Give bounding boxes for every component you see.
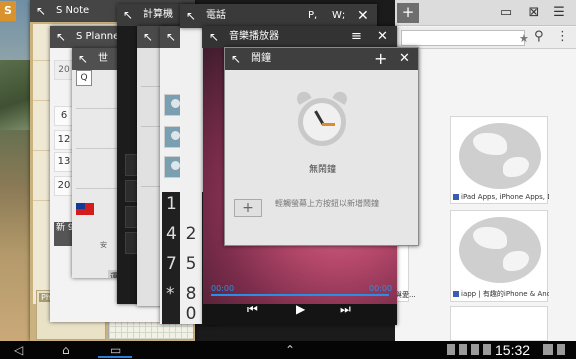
elapsed-time: 00:00	[211, 284, 235, 293]
favicon-icon	[453, 291, 459, 297]
url-input[interactable]: ★	[401, 30, 529, 46]
wallpaper-mountain	[0, 60, 30, 130]
close-icon[interactable]: ✕	[357, 4, 369, 28]
year-label: 20	[54, 60, 74, 80]
globe-icon	[459, 123, 541, 189]
city-label: 安	[100, 241, 107, 249]
dial-key[interactable]: 7	[166, 254, 177, 274]
window-icon[interactable]: ▭	[497, 5, 515, 21]
calendar-day[interactable]: 12	[54, 130, 74, 150]
status-icon	[459, 344, 467, 355]
add-alarm-button[interactable]: +	[234, 199, 262, 217]
next-icon[interactable]: ⏭	[340, 302, 351, 317]
music-title-bar[interactable]: ↖ 音樂播放器 ≡ ✕	[203, 26, 397, 48]
chevron-up-icon[interactable]: ⌃	[285, 342, 295, 358]
favicon-icon	[453, 194, 459, 200]
playlist-icon[interactable]: ≡	[351, 26, 362, 48]
tile-caption: iPad Apps, iPhone Apps, De...	[461, 193, 549, 201]
close-tabs-icon[interactable]: ⊠	[525, 5, 543, 21]
restore-arrow-icon[interactable]: ↖	[36, 0, 46, 22]
taiwan-flag-icon	[76, 203, 94, 215]
call-window-body[interactable]: 2 5 8 0	[180, 28, 202, 324]
search-icon[interactable]: Q	[76, 70, 92, 86]
restore-arrow-icon[interactable]: ↖	[56, 26, 66, 48]
play-icon[interactable]: ▶	[296, 302, 305, 316]
status-icon	[447, 344, 455, 355]
close-icon[interactable]: ✕	[377, 26, 388, 48]
snote-app-tab[interactable]: S	[0, 1, 16, 21]
speed-dial-tile[interactable]: iPad Apps, iPhone Apps, De...	[450, 116, 549, 204]
globe-icon	[459, 217, 541, 283]
status-icon	[471, 344, 479, 355]
restore-arrow-icon[interactable]: ↖	[209, 26, 219, 48]
bookmark-star-icon[interactable]: ★	[519, 32, 529, 45]
window-title: 世	[98, 53, 108, 64]
back-icon[interactable]: ◁	[14, 342, 23, 358]
clock-time: 15:32	[495, 342, 531, 358]
home-icon[interactable]: ⌂	[62, 342, 70, 358]
browser-tab-bar: + ▭ ⊠ ☰	[395, 0, 576, 26]
restore-arrow-icon[interactable]: ↖	[123, 4, 133, 26]
window-title: 電話	[206, 10, 226, 21]
wifi-icon	[543, 344, 553, 355]
screen: + ▭ ⊠ ☰ ★ ⚲ ⋮ iPad Apps, iPhone Apps, De…	[0, 0, 576, 359]
battery-icon	[557, 344, 565, 355]
active-indicator	[98, 356, 132, 358]
alarm-window[interactable]: ↖ 鬧鐘 + ✕ 無鬧鐘 + 輕觸螢幕上方按鈕以新增鬧鐘	[224, 47, 419, 246]
browser-window[interactable]: + ▭ ⊠ ☰ ★ ⚲ ⋮ iPad Apps, iPhone Apps, De…	[395, 0, 576, 341]
tile-caption: 與愛...	[395, 291, 416, 299]
dial-key[interactable]: 2	[180, 224, 202, 244]
previous-icon[interactable]: ⏮	[247, 302, 258, 317]
dial-key[interactable]: *	[166, 284, 175, 304]
dial-key[interactable]: 5	[180, 254, 202, 274]
restore-arrow-icon[interactable]: ↖	[166, 26, 176, 48]
call-title-bar[interactable]: ↖ 電話	[180, 4, 377, 28]
alarm-clock-icon	[298, 98, 346, 146]
wait-button[interactable]: W;	[332, 4, 345, 28]
total-time: 00:00	[369, 284, 393, 293]
pause-button[interactable]: P,	[308, 4, 317, 28]
add-alarm-button[interactable]: +	[374, 48, 387, 70]
wallpaper	[0, 0, 30, 341]
new-tab-button[interactable]: +	[397, 3, 419, 23]
calendar-day[interactable]: 6	[54, 106, 74, 126]
restore-arrow-icon[interactable]: ↖	[231, 48, 241, 70]
search-icon[interactable]: ⚲	[534, 29, 544, 44]
restore-arrow-icon[interactable]: ↖	[143, 26, 153, 48]
navigation-bar: ◁ ⌂ ▭ ⌃ 15:32	[0, 341, 576, 359]
add-alarm-hint: 輕觸螢幕上方按鈕以新增鬧鐘	[275, 199, 379, 208]
restore-arrow-icon[interactable]: ↖	[186, 4, 196, 28]
tile-caption: iapp | 有趣的iPhone & Andr...	[461, 290, 549, 298]
calendar-day[interactable]: 13	[54, 152, 74, 172]
calendar-day[interactable]: 20	[54, 176, 74, 196]
call-window[interactable]: ↖ 電話 P, W; ✕	[180, 4, 377, 28]
close-icon[interactable]: ✕	[399, 48, 410, 70]
dial-key[interactable]: 4	[166, 224, 177, 244]
menu-icon[interactable]: ⋮	[556, 29, 569, 44]
window-title: S Note	[56, 5, 90, 16]
window-title: 音樂播放器	[229, 31, 279, 42]
speed-dial-tile[interactable]	[450, 306, 548, 341]
address-bar: ★ ⚲ ⋮	[395, 27, 576, 49]
tabs-icon[interactable]: ☰	[550, 5, 568, 21]
window-title: 計算機	[143, 9, 173, 20]
window-title: 鬧鐘	[251, 53, 271, 64]
dial-key[interactable]: 8	[180, 284, 202, 304]
empty-state-label: 無鬧鐘	[308, 165, 336, 175]
restore-arrow-icon[interactable]: ↖	[78, 48, 88, 70]
progress-bar[interactable]	[211, 294, 389, 296]
status-icon	[483, 344, 491, 355]
dial-key[interactable]: 0	[180, 304, 202, 324]
alarm-title-bar[interactable]: ↖ 鬧鐘 + ✕	[225, 48, 418, 70]
speed-dial-tile[interactable]: iapp | 有趣的iPhone & Andr...	[450, 210, 549, 302]
dial-key[interactable]: 1	[166, 194, 177, 214]
